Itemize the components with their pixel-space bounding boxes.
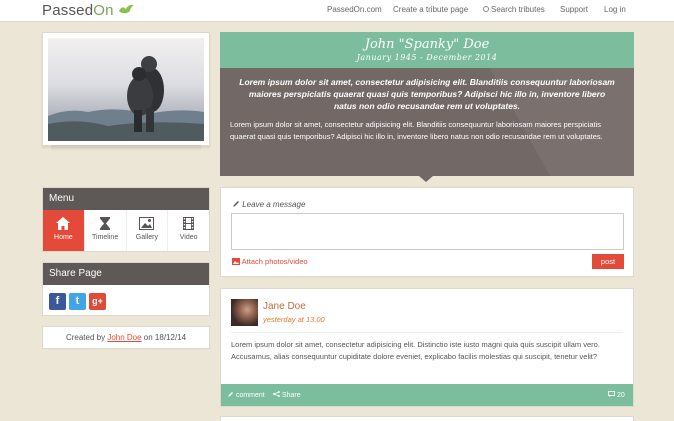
leave-message-label: Leave a message	[242, 200, 306, 209]
message-post: Jane Doe yesterday at 13.00 Lorem ipsum …	[220, 288, 634, 407]
search-icon	[483, 6, 489, 12]
image-icon	[139, 217, 155, 230]
couple-photo-image	[48, 56, 204, 141]
pen-icon	[233, 201, 239, 207]
created-by-date: on 18/12/14	[143, 333, 187, 342]
share-icon	[273, 391, 280, 397]
logo-text-main: Passed	[42, 2, 94, 19]
nav-link-create-tribute[interactable]: Create a tribute page	[393, 5, 468, 14]
nav-link-search[interactable]: Search tributes	[483, 5, 545, 14]
post-actions-bar: comment Share 20	[221, 384, 633, 406]
message-textarea[interactable]	[231, 213, 624, 250]
photo-card-shadow	[51, 145, 201, 151]
nav-link-login[interactable]: Log in	[604, 5, 626, 14]
twitter-icon[interactable]: t	[69, 293, 86, 310]
share-panel-title: Share Page	[43, 263, 209, 285]
menu-item-gallery-label: Gallery	[135, 234, 158, 241]
tribute-hero: John "Spanky" Doe January 1945 - Decembe…	[220, 32, 634, 176]
post-author[interactable]: Jane Doe	[263, 301, 306, 312]
life-dates: January 1945 - December 2014	[356, 53, 498, 62]
comment-count-value: 20	[616, 392, 625, 399]
hero-title-bar: John "Spanky" Doe January 1945 - Decembe…	[220, 32, 634, 68]
next-post-card	[220, 416, 634, 421]
menu-item-timeline[interactable]: Timeline	[85, 210, 127, 251]
post-timestamp: yesterday at 13.00	[263, 315, 325, 324]
menu-item-home-label: Home	[54, 234, 73, 241]
hero-body-text: Lorem ipsum dolor sit amet, consectetur …	[230, 120, 603, 141]
share-icons: f t g+	[43, 285, 209, 315]
hero-lead-text: Lorem ipsum dolor sit amet, consectetur …	[239, 77, 615, 111]
facebook-icon[interactable]: f	[49, 293, 66, 310]
deceased-name: John "Spanky" Doe	[364, 37, 490, 52]
comment-button[interactable]: comment	[228, 391, 265, 399]
speech-bubble-icon	[608, 391, 615, 397]
menu-item-video-label: Video	[179, 234, 198, 241]
leave-message-heading: Leave a message	[232, 200, 305, 209]
created-by-card: Created by John Doe on 18/12/14	[42, 326, 210, 349]
menu-item-video[interactable]: Video	[168, 210, 209, 251]
post-divider	[231, 332, 623, 333]
attach-media-label: Attach photos/video	[241, 257, 308, 266]
profile-photo	[48, 38, 204, 141]
nav-link-passedon[interactable]: PassedOn.com	[327, 5, 382, 14]
avatar[interactable]	[231, 299, 258, 326]
post-body: Lorem ipsum dolor sit amet, consectetur …	[231, 340, 600, 361]
comment-label: comment	[235, 392, 265, 399]
profile-photo-card	[42, 32, 210, 151]
hourglass-icon	[100, 217, 111, 230]
attach-media-link[interactable]: Attach photos/video	[232, 257, 308, 266]
site-logo[interactable]: PassedOn	[42, 2, 114, 19]
photo-icon	[232, 258, 240, 265]
leave-message-card: Leave a message Attach photos/video post	[220, 187, 634, 277]
menu-item-timeline-label: Timeline	[92, 234, 119, 241]
menu-item-home[interactable]: Home	[43, 210, 85, 251]
google-plus-icon[interactable]: g+	[89, 293, 106, 310]
top-navbar: PassedOn PassedOn.com Create a tribute p…	[0, 0, 674, 22]
created-by-prefix: Created by	[65, 333, 106, 342]
share-button[interactable]: Share	[273, 391, 301, 399]
created-by-author-link[interactable]: John Doe	[107, 333, 141, 342]
nav-link-search-label: Search tributes	[491, 5, 545, 14]
menu-panel-title: Menu	[43, 188, 209, 210]
menu-panel: Menu Home Timeline Gallery Video	[42, 187, 210, 252]
logo-text-accent: On	[93, 2, 114, 19]
menu-item-gallery[interactable]: Gallery	[127, 210, 169, 251]
film-icon	[183, 217, 195, 230]
share-label: Share	[281, 392, 301, 399]
comment-count[interactable]: 20	[608, 391, 625, 399]
pencil-icon	[228, 392, 233, 397]
bird-logo-icon	[119, 4, 134, 14]
menu-items: Home Timeline Gallery Video	[43, 210, 209, 251]
post-button[interactable]: post	[592, 254, 624, 269]
nav-link-support[interactable]: Support	[560, 5, 588, 14]
hero-pointer-arrow	[419, 176, 433, 182]
home-icon	[56, 217, 71, 230]
share-panel: Share Page f t g+	[42, 262, 210, 316]
